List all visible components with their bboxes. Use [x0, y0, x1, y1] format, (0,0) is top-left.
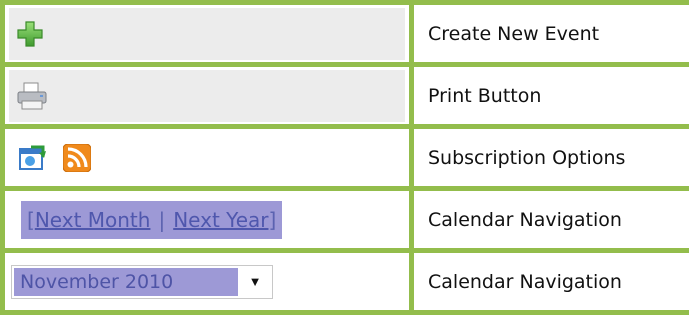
- rss-icon[interactable]: [63, 144, 91, 172]
- calendar-nav-links: [ Next Month | Next Year ]: [21, 201, 282, 239]
- close-bracket: ]: [269, 208, 277, 232]
- legend-row-navigation: [ Next Month | Next Year ] Calendar Navi…: [3, 189, 689, 251]
- row-description: Calendar Navigation: [412, 251, 689, 313]
- legend-row-subscription: Subscription Options: [3, 127, 689, 189]
- icon-cell: [3, 3, 412, 65]
- nav-separator: |: [158, 208, 165, 232]
- month-select-value[interactable]: November 2010: [14, 268, 238, 296]
- plus-icon[interactable]: [15, 19, 45, 49]
- icon-cell: [3, 127, 412, 189]
- row-description: Print Button: [412, 65, 689, 127]
- calendar-refresh-icon[interactable]: [17, 143, 47, 173]
- chevron-down-icon[interactable]: ▼: [238, 266, 272, 298]
- legend-table: Create New Event Print Button: [0, 0, 689, 315]
- month-select[interactable]: November 2010 ▼: [11, 265, 273, 299]
- icon-cell: [ Next Month | Next Year ]: [3, 189, 412, 251]
- row-description: Subscription Options: [412, 127, 689, 189]
- legend-row-print: Print Button: [3, 65, 689, 127]
- row-description: Calendar Navigation: [412, 189, 689, 251]
- printer-icon[interactable]: [15, 81, 49, 111]
- icon-cell: November 2010 ▼: [3, 251, 412, 313]
- next-month-link[interactable]: Next Month: [35, 208, 151, 232]
- next-year-link[interactable]: Next Year: [173, 208, 268, 232]
- legend-row-month-select: November 2010 ▼ Calendar Navigation: [3, 251, 689, 313]
- open-bracket: [: [27, 208, 35, 232]
- legend-row-create: Create New Event: [3, 3, 689, 65]
- icon-cell: [3, 65, 412, 127]
- row-description: Create New Event: [412, 3, 689, 65]
